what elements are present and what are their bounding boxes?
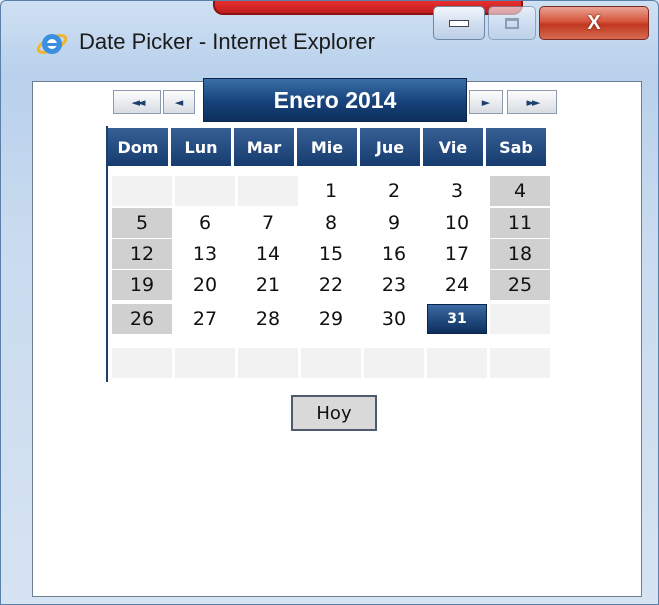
- maximize-button[interactable]: [488, 6, 536, 40]
- day-cell[interactable]: 1: [301, 176, 361, 206]
- day-cell[interactable]: 8: [301, 208, 361, 238]
- window-title: Date Picker - Internet Explorer: [79, 29, 375, 54]
- day-cell[interactable]: 18: [490, 239, 550, 269]
- calendar-grid: Dom Lun Mar Mie Jue Vie Sab 1 2 3 4 5 6 7 8 9 10 1…: [106, 126, 558, 382]
- day-cell[interactable]: 3: [427, 176, 487, 206]
- day-cell[interactable]: 17: [427, 239, 487, 269]
- day-cell[interactable]: 4: [490, 176, 550, 206]
- maximize-icon: [505, 17, 519, 29]
- prev-year-button[interactable]: ◄◄: [113, 90, 161, 114]
- weekday-label: Mar: [234, 128, 294, 166]
- day-cell[interactable]: 16: [364, 239, 424, 269]
- internet-explorer-icon: [36, 34, 68, 54]
- day-cell[interactable]: 6: [175, 208, 235, 238]
- browser-window: Date Picker - Internet Explorer X ◄◄ ◄ E…: [0, 0, 659, 605]
- selected-day-cell[interactable]: 31: [427, 304, 487, 334]
- weekday-label: Lun: [171, 128, 231, 166]
- day-cell[interactable]: 26: [112, 304, 172, 334]
- weekday-header: Dom Lun Mar Mie Jue Vie Sab: [108, 128, 549, 166]
- day-cell[interactable]: 7: [238, 208, 298, 238]
- day-cell[interactable]: 21: [238, 270, 298, 300]
- day-cell[interactable]: 9: [364, 208, 424, 238]
- day-cell[interactable]: 29: [301, 304, 361, 334]
- day-cell[interactable]: 27: [175, 304, 235, 334]
- close-button[interactable]: X: [539, 6, 649, 40]
- weekday-label: Dom: [108, 128, 168, 166]
- right-arrow-icon: ►: [481, 95, 491, 109]
- weekday-label: Sab: [486, 128, 546, 166]
- day-cell[interactable]: 25: [490, 270, 550, 300]
- empty-day-cell: [301, 348, 361, 378]
- day-cell[interactable]: 30: [364, 304, 424, 334]
- day-cell[interactable]: 22: [301, 270, 361, 300]
- day-cell[interactable]: 28: [238, 304, 298, 334]
- today-button[interactable]: Hoy: [291, 395, 377, 431]
- next-year-button[interactable]: ►►: [507, 90, 557, 114]
- empty-day-cell: [112, 176, 172, 206]
- empty-day-cell: [238, 176, 298, 206]
- empty-day-cell: [238, 348, 298, 378]
- double-left-arrow-icon: ◄◄: [131, 95, 146, 109]
- weekday-label: Vie: [423, 128, 483, 166]
- day-cell[interactable]: 15: [301, 239, 361, 269]
- day-cell[interactable]: 19: [112, 270, 172, 300]
- empty-day-cell: [364, 348, 424, 378]
- left-arrow-icon: ◄: [174, 95, 184, 109]
- weekday-label: Jue: [360, 128, 420, 166]
- day-cell[interactable]: 12: [112, 239, 172, 269]
- close-icon: X: [587, 11, 601, 34]
- minimize-button[interactable]: [433, 6, 485, 40]
- day-cell[interactable]: 24: [427, 270, 487, 300]
- empty-day-cell: [490, 348, 550, 378]
- day-cell[interactable]: 13: [175, 239, 235, 269]
- title-bar[interactable]: Date Picker - Internet Explorer X: [1, 1, 659, 81]
- page-content: ◄◄ ◄ Enero 2014 ► ►► Dom Lun Mar Mie Jue…: [32, 78, 642, 597]
- minimize-icon: [449, 19, 469, 27]
- prev-month-button[interactable]: ◄: [163, 90, 195, 114]
- day-cell[interactable]: 14: [238, 239, 298, 269]
- empty-day-cell: [490, 304, 550, 334]
- day-cell[interactable]: 20: [175, 270, 235, 300]
- next-month-button[interactable]: ►: [469, 90, 503, 114]
- empty-day-cell: [112, 348, 172, 378]
- weekday-label: Mie: [297, 128, 357, 166]
- empty-day-cell: [427, 348, 487, 378]
- day-cell[interactable]: 5: [112, 208, 172, 238]
- month-year-title: Enero 2014: [203, 78, 467, 122]
- day-cell[interactable]: 10: [427, 208, 487, 238]
- empty-day-cell: [175, 348, 235, 378]
- double-right-arrow-icon: ►►: [526, 95, 541, 109]
- empty-day-cell: [175, 176, 235, 206]
- day-cell[interactable]: 23: [364, 270, 424, 300]
- day-cell[interactable]: 11: [490, 208, 550, 238]
- day-cell[interactable]: 2: [364, 176, 424, 206]
